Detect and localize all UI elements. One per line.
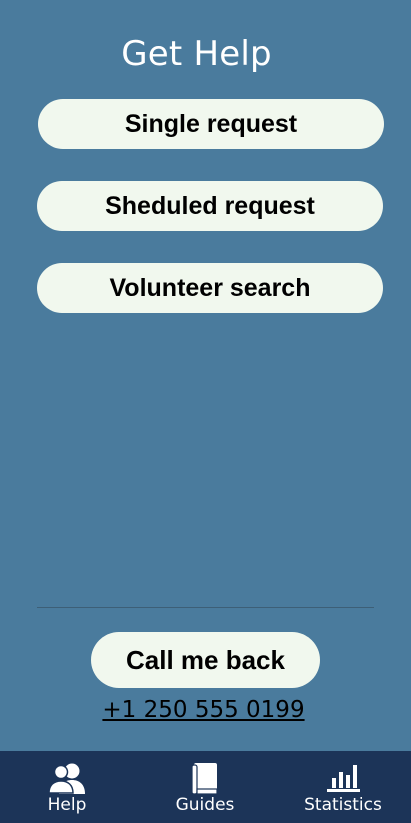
phone-number-link[interactable]: +1 250 555 0199	[0, 697, 407, 723]
book-icon	[191, 763, 218, 795]
nav-item-statistics[interactable]: Statistics	[298, 751, 388, 823]
nav-item-help[interactable]: Help	[37, 751, 97, 823]
scheduled-request-button[interactable]: Sheduled request	[37, 181, 383, 231]
divider	[37, 607, 374, 608]
people-icon	[48, 763, 85, 794]
nav-label-guides: Guides	[175, 795, 235, 815]
bottom-navigation: Help Guides Statistics	[0, 751, 411, 823]
nav-item-guides[interactable]: Guides	[172, 751, 238, 823]
bar-chart-icon	[327, 765, 360, 792]
page-title: Get Help	[121, 34, 272, 74]
call-me-back-button[interactable]: Call me back	[91, 632, 320, 688]
single-request-button[interactable]: Single request	[38, 99, 384, 149]
volunteer-search-button[interactable]: Volunteer search	[37, 263, 383, 313]
nav-label-help: Help	[47, 795, 87, 815]
nav-label-statistics: Statistics	[304, 795, 382, 815]
